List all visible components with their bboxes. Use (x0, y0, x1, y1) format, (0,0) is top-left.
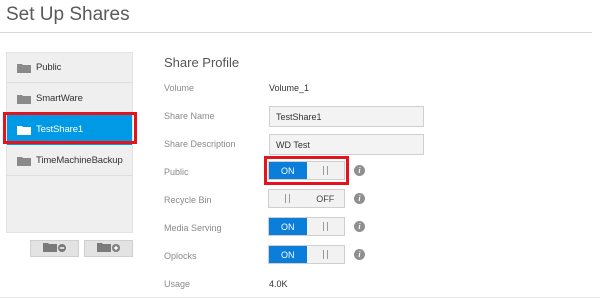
section-title: Share Profile (164, 55, 240, 70)
share-name-field[interactable] (269, 106, 424, 127)
sidebar-item-testshare1[interactable]: TestShare1 (7, 115, 132, 145)
usage-label: Usage (164, 279, 191, 289)
public-toggle[interactable]: ON (268, 161, 345, 180)
public-label: Public (164, 167, 189, 177)
info-icon[interactable]: i (354, 221, 365, 232)
info-icon[interactable]: i (354, 193, 365, 204)
title-divider (0, 32, 592, 33)
folder-icon (17, 63, 31, 73)
sidebar-item-smartware[interactable]: SmartWare (7, 84, 132, 114)
volume-value: Volume_1 (269, 83, 310, 93)
toggle-grip (307, 218, 345, 235)
toggle-grip (269, 190, 307, 207)
folder-add-icon (96, 240, 121, 258)
oplocks-toggle[interactable]: ON (268, 245, 345, 264)
usage-value: 4.0K (269, 279, 288, 289)
toggle-state: ON (269, 246, 307, 263)
toggle-grip (307, 162, 345, 179)
bottom-divider (0, 297, 600, 298)
remove-share-button[interactable] (30, 240, 79, 257)
recycle-bin-toggle[interactable]: OFF (268, 189, 345, 208)
sidebar-item-label: SmartWare (36, 93, 83, 104)
toggle-state: ON (269, 218, 307, 235)
volume-label: Volume (164, 83, 195, 93)
folder-remove-icon (42, 240, 67, 258)
folder-icon (17, 156, 31, 166)
info-icon[interactable]: i (354, 249, 365, 260)
sidebar-item-label: Public (36, 62, 62, 73)
share-description-field[interactable] (269, 134, 424, 155)
info-icon[interactable]: i (354, 165, 365, 176)
add-share-button[interactable] (84, 240, 133, 257)
sidebar-item-label: TimeMachineBackup (36, 155, 123, 166)
share-description-label: Share Description (164, 139, 236, 149)
sidebar-item-timemachinebackup[interactable]: TimeMachineBackup (7, 146, 132, 176)
toggle-grip (307, 246, 345, 263)
media-serving-label: Media Serving (164, 223, 222, 233)
media-serving-toggle[interactable]: ON (268, 217, 345, 236)
share-name-label: Share Name (164, 111, 215, 121)
toggle-state: ON (269, 162, 307, 179)
sidebar-item-public[interactable]: Public (7, 53, 132, 83)
oplocks-label: Oplocks (164, 251, 197, 261)
recycle-bin-label: Recycle Bin (164, 195, 212, 205)
toggle-state: OFF (306, 190, 344, 207)
shares-sidebar: Public SmartWare TestShare1 TimeMachineB… (6, 52, 133, 233)
folder-icon (17, 94, 31, 104)
sidebar-item-label: TestShare1 (36, 124, 84, 135)
folder-icon (17, 125, 31, 135)
page-title: Set Up Shares (6, 4, 130, 25)
